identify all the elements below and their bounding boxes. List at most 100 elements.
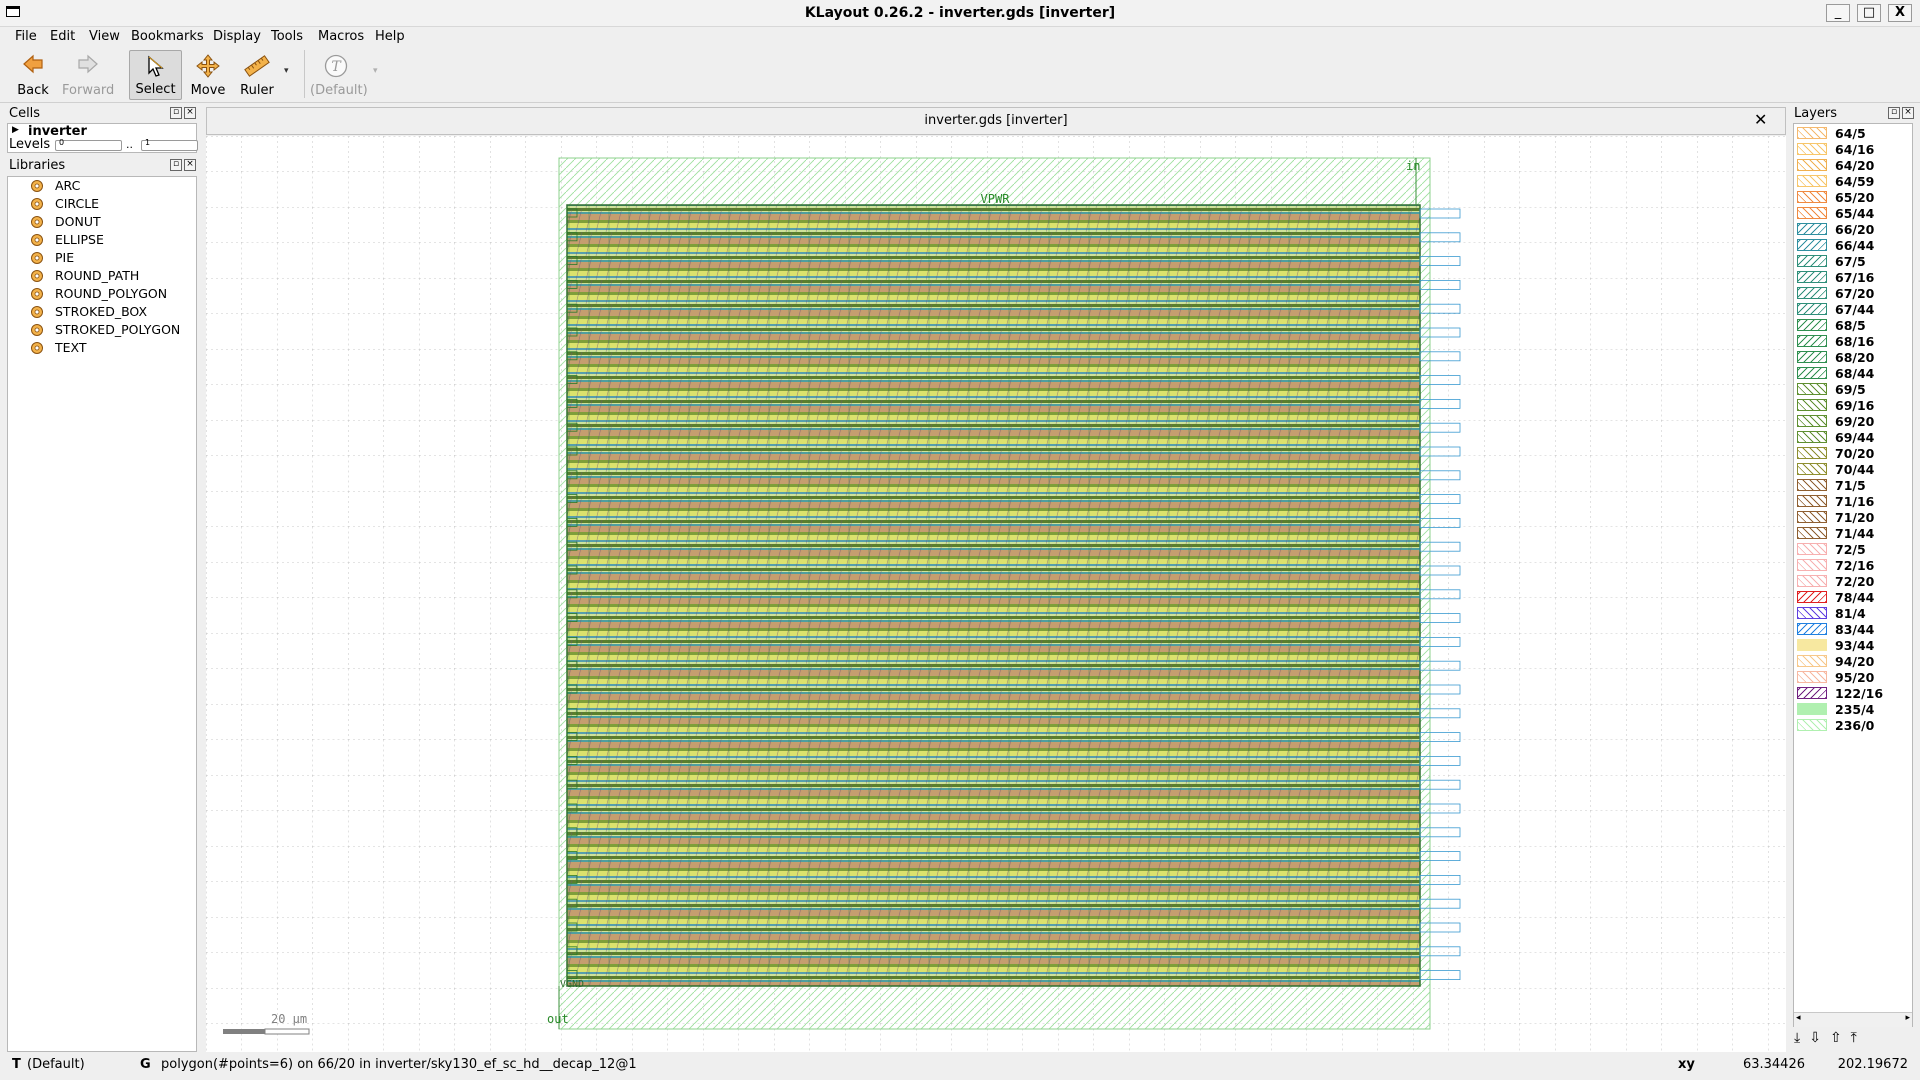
dock-float-icon[interactable]: ▫	[1888, 107, 1900, 119]
forward-button[interactable]: Forward	[62, 50, 114, 100]
minimize-button[interactable]: _	[1826, 4, 1850, 22]
layer-name: 64/20	[1835, 158, 1875, 173]
text-dropdown-icon[interactable]: ▾	[373, 66, 378, 76]
layer-item[interactable]: 95/20	[1797, 670, 1907, 685]
layer-list-scrollbar[interactable]: ◂ ▸	[1794, 1012, 1912, 1027]
layer-item[interactable]: 67/44	[1797, 302, 1907, 317]
layer-item[interactable]: 69/44	[1797, 430, 1907, 445]
layer-item[interactable]: 65/44	[1797, 206, 1907, 221]
layout-canvas[interactable]: VPWR in out VGND 20 µm	[206, 136, 1786, 1052]
move-to-bottom-icon[interactable]: ⤓	[1794, 1030, 1809, 1046]
layer-item[interactable]: 78/44	[1797, 590, 1907, 605]
layer-item[interactable]: 68/5	[1797, 318, 1907, 333]
layer-item[interactable]: 64/5	[1797, 126, 1907, 141]
layer-item[interactable]: 72/16	[1797, 558, 1907, 573]
layer-name: 71/5	[1835, 478, 1866, 493]
layer-item[interactable]: 235/4	[1797, 702, 1907, 717]
layer-item[interactable]: 94/20	[1797, 654, 1907, 669]
layer-item[interactable]: 67/16	[1797, 270, 1907, 285]
ruler-button[interactable]: Ruler	[234, 50, 280, 100]
layer-name: 67/44	[1835, 302, 1875, 317]
layer-item[interactable]: 64/20	[1797, 158, 1907, 173]
decap-array[interactable]	[566, 204, 1421, 987]
text-default-button[interactable]: T (Default)	[310, 50, 368, 100]
layer-item[interactable]: 64/59	[1797, 174, 1907, 189]
dock-close-icon[interactable]: ×	[184, 159, 196, 171]
move-up-icon[interactable]: ⇧	[1830, 1030, 1851, 1046]
ruler-dropdown-icon[interactable]: ▾	[284, 66, 289, 76]
layer-item[interactable]: 122/16	[1797, 686, 1907, 701]
layer-item[interactable]: 64/16	[1797, 142, 1907, 157]
menu-edit[interactable]: Edit	[50, 26, 75, 48]
layer-item[interactable]: 68/16	[1797, 334, 1907, 349]
menu-display[interactable]: Display	[213, 26, 261, 48]
gear-icon	[31, 288, 43, 300]
layer-item[interactable]: 66/44	[1797, 238, 1907, 253]
library-item-label: ELLIPSE	[55, 232, 104, 247]
menu-help[interactable]: Help	[375, 26, 405, 48]
menu-tools[interactable]: Tools	[271, 26, 303, 48]
select-button[interactable]: Select	[129, 50, 182, 100]
move-to-top-icon[interactable]: ⤒	[1851, 1030, 1866, 1046]
layer-item[interactable]: 83/44	[1797, 622, 1907, 637]
levels-from-spinbox[interactable]: 0	[55, 138, 122, 151]
layer-color-swatch	[1797, 447, 1827, 459]
tree-expand-icon[interactable]: ▶	[12, 125, 19, 135]
dock-float-icon[interactable]: ▫	[170, 159, 182, 171]
move-button[interactable]: Move	[186, 50, 230, 100]
layer-item[interactable]: 69/20	[1797, 414, 1907, 429]
layer-color-swatch	[1797, 431, 1827, 443]
move-down-icon[interactable]: ⇩	[1809, 1030, 1830, 1046]
layer-color-swatch	[1797, 719, 1827, 731]
back-button[interactable]: Back	[10, 50, 56, 100]
layer-item[interactable]: 93/44	[1797, 638, 1907, 653]
close-view-icon[interactable]: ✕	[1754, 110, 1767, 129]
layer-name: 66/20	[1835, 222, 1875, 237]
scroll-left-icon[interactable]: ◂	[1796, 1013, 1801, 1023]
layer-item[interactable]: 69/16	[1797, 398, 1907, 413]
levels-to-spinbox[interactable]: 1	[141, 138, 198, 151]
layer-item[interactable]: 71/44	[1797, 526, 1907, 541]
layer-item[interactable]: 72/20	[1797, 574, 1907, 589]
layer-name: 94/20	[1835, 654, 1875, 669]
back-label: Back	[17, 83, 49, 98]
layer-item[interactable]: 68/44	[1797, 366, 1907, 381]
layer-name: 95/20	[1835, 670, 1875, 685]
menu-file[interactable]: File	[15, 26, 37, 48]
layer-item[interactable]: 72/5	[1797, 542, 1907, 557]
layer-item[interactable]: 67/5	[1797, 254, 1907, 269]
layer-item[interactable]: 70/44	[1797, 462, 1907, 477]
layer-item[interactable]: 71/20	[1797, 510, 1907, 525]
dock-close-icon[interactable]: ×	[1902, 107, 1914, 119]
ruler-label: Ruler	[240, 83, 274, 98]
window-title: KLayout 0.26.2 - inverter.gds [inverter]	[804, 5, 1116, 21]
layer-item[interactable]: 66/20	[1797, 222, 1907, 237]
scroll-right-icon[interactable]: ▸	[1905, 1013, 1910, 1023]
layer-item[interactable]: 67/20	[1797, 286, 1907, 301]
layer-name: 69/16	[1835, 398, 1875, 413]
dock-float-icon[interactable]: ▫	[170, 107, 182, 119]
vgnd-label: VGND	[560, 979, 584, 990]
layer-item[interactable]: 70/20	[1797, 446, 1907, 461]
layer-color-swatch	[1797, 399, 1827, 411]
layer-color-swatch	[1797, 383, 1827, 395]
close-window-button[interactable]: X	[1888, 4, 1912, 22]
layer-item[interactable]: 71/5	[1797, 478, 1907, 493]
layer-color-swatch	[1797, 671, 1827, 683]
layer-name: 72/16	[1835, 558, 1875, 573]
menu-bookmarks[interactable]: Bookmarks	[131, 26, 204, 48]
layer-name: 68/5	[1835, 318, 1866, 333]
layer-item[interactable]: 69/5	[1797, 382, 1907, 397]
menu-macros[interactable]: Macros	[318, 26, 364, 48]
layer-item[interactable]: 65/20	[1797, 190, 1907, 205]
maximize-button[interactable]: □	[1857, 4, 1881, 22]
layer-item[interactable]: 81/4	[1797, 606, 1907, 621]
text-default-label: (Default)	[310, 83, 368, 98]
layer-name: 72/5	[1835, 542, 1866, 557]
layer-name: 70/44	[1835, 462, 1875, 477]
dock-close-icon[interactable]: ×	[184, 107, 196, 119]
menu-view[interactable]: View	[89, 26, 120, 48]
layer-item[interactable]: 71/16	[1797, 494, 1907, 509]
layer-item[interactable]: 68/20	[1797, 350, 1907, 365]
layer-item[interactable]: 236/0	[1797, 718, 1907, 733]
